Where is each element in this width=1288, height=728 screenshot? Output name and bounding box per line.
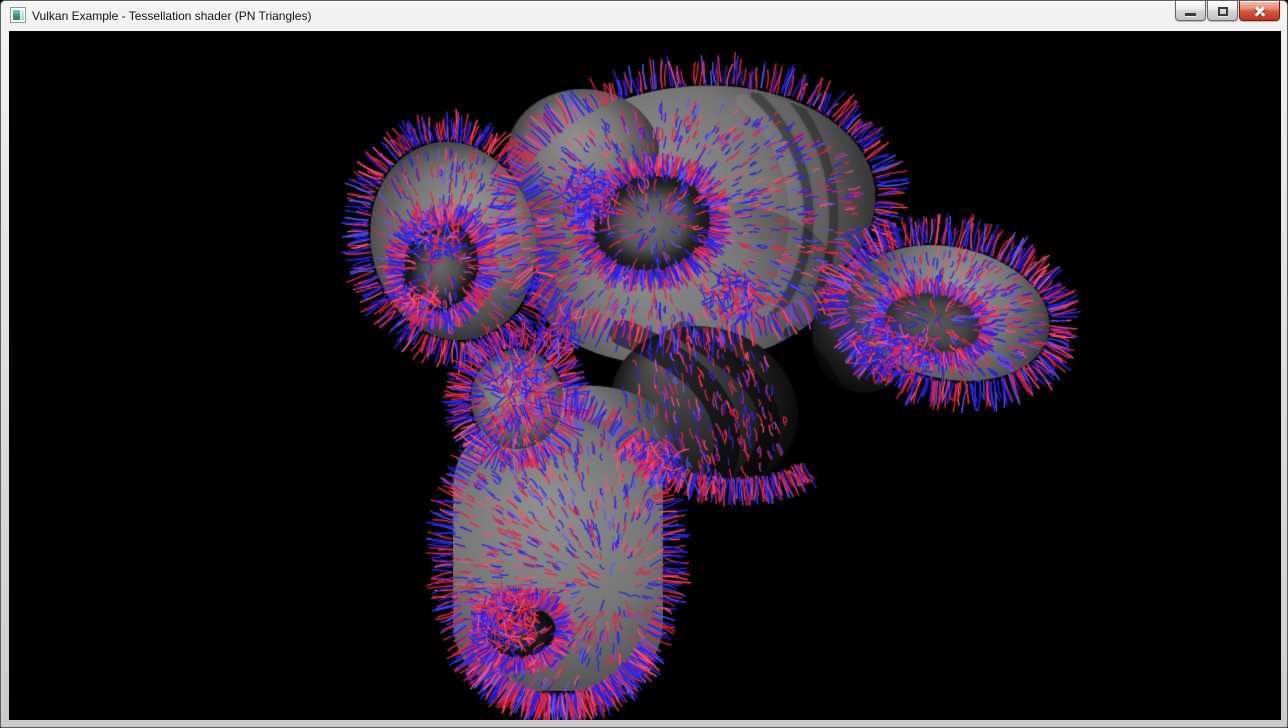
app-icon-art xyxy=(13,10,20,20)
app-icon[interactable] xyxy=(10,7,26,23)
app-window: Vulkan Example - Tessellation shader (PN… xyxy=(0,0,1288,728)
app-icon-art-strip xyxy=(21,10,24,20)
window-title: Vulkan Example - Tessellation shader (PN… xyxy=(32,9,311,23)
close-button[interactable] xyxy=(1239,1,1280,21)
client-area xyxy=(9,31,1281,720)
minimize-icon xyxy=(1185,13,1196,16)
render-canvas[interactable] xyxy=(9,31,1281,720)
minimize-button[interactable] xyxy=(1175,1,1206,21)
maximize-icon xyxy=(1218,7,1228,16)
title-bar[interactable]: Vulkan Example - Tessellation shader (PN… xyxy=(1,1,1287,31)
maximize-button[interactable] xyxy=(1207,1,1238,21)
close-icon xyxy=(1253,5,1267,17)
caption-buttons xyxy=(1174,1,1280,21)
